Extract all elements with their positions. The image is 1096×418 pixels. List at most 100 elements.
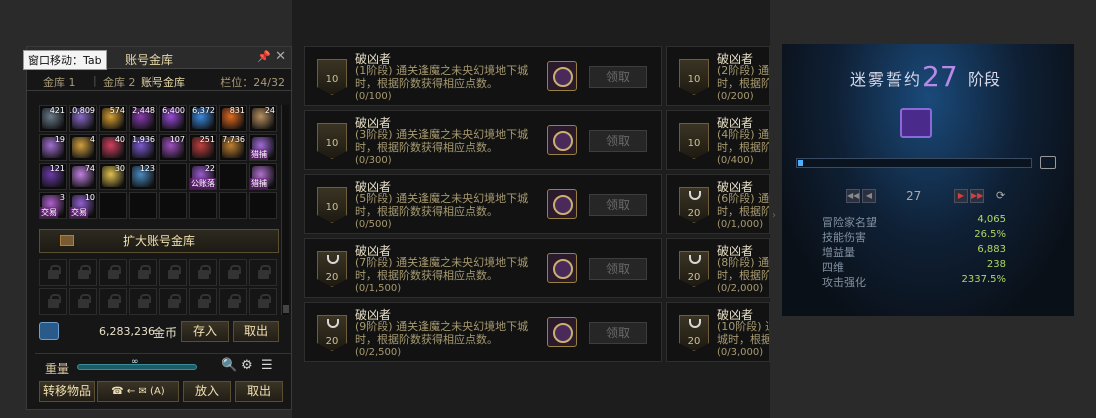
vault-slot[interactable]: 107 <box>159 134 187 161</box>
gold-amount: 6,283,236 <box>99 325 155 338</box>
stat-name: 增益量 <box>822 246 855 259</box>
claim-button[interactable]: 领取 <box>589 194 647 216</box>
vault-scrollbar[interactable] <box>281 105 289 315</box>
lock-icon <box>189 259 217 286</box>
mission-point-badge: 20 <box>679 315 709 351</box>
search-icon[interactable]: 🔍 <box>221 358 237 373</box>
mission-progress: (0/2,000) <box>717 283 764 294</box>
vault-slot[interactable]: 30 <box>99 163 127 190</box>
mission-description: (3阶段) 通关逢魔之未央幻境地下城时，根据阶数获得相应点数。 <box>355 128 529 154</box>
tab-vault-2[interactable]: 金库 2 <box>103 74 136 90</box>
badge-points: 20 <box>325 336 339 347</box>
take-out-button[interactable]: 取出 <box>235 381 283 402</box>
vault-slot[interactable]: 猎捕 <box>249 134 277 161</box>
stage-suffix: 阶段 <box>968 70 1001 89</box>
vault-slot[interactable]: 4 <box>69 134 97 161</box>
mission-progress: (0/400) <box>717 155 754 166</box>
item-tag: 公账落 <box>190 178 216 189</box>
vault-slot[interactable]: 6,372 <box>189 105 217 132</box>
tab-separator: | <box>93 74 97 87</box>
deposit-button[interactable]: 存入 <box>181 321 229 342</box>
stat-value: 26.5% <box>974 229 1006 240</box>
tab-account-vault[interactable]: 账号金库 <box>141 74 185 90</box>
gear-icon[interactable]: ⚙ <box>241 358 253 373</box>
vault-slot[interactable]: 10 交易 <box>69 192 97 219</box>
vault-slot[interactable]: 2,448 <box>129 105 157 132</box>
withdraw-button[interactable]: 取出 <box>233 321 279 342</box>
vault-slot-empty[interactable] <box>189 192 217 219</box>
lock-icon <box>219 259 247 286</box>
vault-slot[interactable]: 19 <box>39 134 67 161</box>
trophy-icon <box>689 319 701 328</box>
lock-icon <box>159 288 187 315</box>
transfer-items-button[interactable]: 转移物品 <box>39 381 95 402</box>
vault-titlebar[interactable]: 窗口移动：Tab 账号金库 📌 ✕ <box>23 47 291 70</box>
reward-icon[interactable] <box>547 317 577 347</box>
reward-icon[interactable] <box>547 125 577 155</box>
tab-vault-1[interactable]: 金库 1 <box>43 74 76 90</box>
mission-description: (4阶段) 通关逢魔之未央幻境地下城时，根据阶数获得相应点数。 <box>717 128 770 154</box>
first-page-button[interactable]: ◀◀ <box>846 189 860 203</box>
vault-slot[interactable]: 251 <box>189 134 217 161</box>
scrollbar-thumb[interactable] <box>283 305 289 313</box>
pin-icon[interactable]: 📌 <box>257 50 271 63</box>
vault-slot[interactable] <box>159 163 187 190</box>
badge-points: 10 <box>687 74 701 85</box>
vault-slot[interactable]: 6,400 <box>159 105 187 132</box>
prev-page-button[interactable]: ◀ <box>862 189 876 203</box>
mission-point-badge: 20 <box>317 251 347 287</box>
claim-button[interactable]: 领取 <box>589 130 647 152</box>
item-count: 6,372 <box>192 106 215 115</box>
claim-button[interactable]: 领取 <box>589 66 647 88</box>
vault-slot-empty[interactable] <box>249 192 277 219</box>
stat-value: 4,065 <box>977 214 1006 225</box>
mission-progress: (0/500) <box>355 219 392 230</box>
box-icon[interactable] <box>1040 156 1056 169</box>
mission-progress: (0/1,000) <box>717 219 764 230</box>
mission-list-panel: ‹ 10破凶者(1阶段) 通关逢魔之未央幻境地下城时，根据阶数获得相应点数。(0… <box>292 0 770 418</box>
vault-slot-empty[interactable] <box>129 192 157 219</box>
vault-slot[interactable]: 831 <box>219 105 247 132</box>
last-page-button[interactable]: ▶▶ <box>970 189 984 203</box>
claim-button[interactable]: 领取 <box>589 322 647 344</box>
vault-slot[interactable] <box>219 163 247 190</box>
chevron-right-icon[interactable]: › <box>772 210 776 221</box>
vault-slot-empty[interactable] <box>219 192 247 219</box>
stat-row: 冒险家名望 4,065 <box>822 214 1006 229</box>
reward-icon[interactable] <box>547 189 577 219</box>
lock-icon <box>129 288 157 315</box>
reward-icon[interactable] <box>547 253 577 283</box>
vault-slot[interactable]: 猎捕 <box>249 163 277 190</box>
chest-icon <box>60 235 74 246</box>
vault-slot[interactable]: 121 <box>39 163 67 190</box>
vault-slot[interactable]: 22 公账落 <box>189 163 217 190</box>
item-tag: 交易 <box>70 207 88 218</box>
item-count: 6,400 <box>162 106 185 115</box>
refresh-icon[interactable]: ⟳ <box>996 189 1005 202</box>
lock-icon <box>39 259 67 286</box>
mission-row: 10破凶者(2阶段) 通关逢魔之未央幻境地下城时，根据阶数获得相应点数。(0/2… <box>666 46 770 106</box>
gold-unit: 金币 <box>153 326 178 340</box>
transfer-shortcut-button[interactable]: ☎ ← ✉ (A) <box>97 381 179 402</box>
reward-icon[interactable] <box>547 61 577 91</box>
vault-slot[interactable]: 421 <box>39 105 67 132</box>
vault-slot[interactable]: 1,936 <box>129 134 157 161</box>
vault-slot[interactable]: 74 <box>69 163 97 190</box>
vault-item-grid: 421 10,809 574 2,448 6,400 6,372 831 24 19 4 40 1,9… <box>39 105 279 317</box>
vault-slot[interactable]: 24 <box>249 105 277 132</box>
next-page-button[interactable]: ▶ <box>954 189 968 203</box>
vault-slot-empty[interactable] <box>99 192 127 219</box>
vault-slot-empty[interactable] <box>159 192 187 219</box>
vault-slot[interactable]: 7,736 <box>219 134 247 161</box>
claim-button[interactable]: 领取 <box>589 258 647 280</box>
vault-slot[interactable]: 3 交易 <box>39 192 67 219</box>
vault-slot[interactable]: 40 <box>99 134 127 161</box>
expand-vault-button[interactable]: 扩大账号金库 <box>39 229 279 253</box>
close-icon[interactable]: ✕ <box>275 49 286 64</box>
vault-slot[interactable]: 123 <box>129 163 157 190</box>
badge-points: 10 <box>325 74 339 85</box>
put-in-button[interactable]: 放入 <box>183 381 231 402</box>
vault-slot[interactable]: 10,809 <box>69 105 97 132</box>
list-icon[interactable]: ☰ <box>261 358 273 373</box>
vault-slot[interactable]: 574 <box>99 105 127 132</box>
